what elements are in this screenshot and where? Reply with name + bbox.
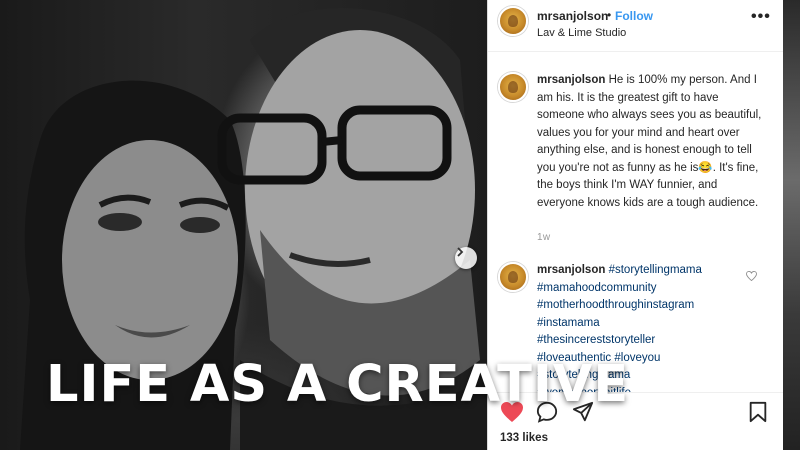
caption-username[interactable]: mrsanjolson	[537, 74, 605, 86]
hashtag-link[interactable]: #mamahoodcommunity	[537, 282, 657, 294]
like-count[interactable]: 133 likes	[500, 432, 548, 444]
location-link[interactable]: Lav & Lime Studio	[537, 27, 626, 39]
follow-button[interactable]: Follow	[615, 9, 653, 23]
bookmark-icon[interactable]	[748, 401, 768, 423]
comment-username[interactable]: mrsanjolson	[537, 264, 605, 276]
avatar[interactable]	[498, 262, 528, 292]
post-timestamp[interactable]: 1w	[537, 232, 550, 243]
avatar[interactable]	[498, 6, 528, 36]
caption-comment: mrsanjolson He is 100% my person. And I …	[498, 72, 778, 242]
hashtag-link[interactable]: #thesincereststoryteller	[537, 334, 655, 346]
comment-like-icon[interactable]	[746, 271, 757, 281]
post-header: mrsanjolson • Follow Lav & Lime Studio •…	[488, 0, 784, 52]
caption-body: He is 100% my person. And I am his. It i…	[537, 74, 762, 209]
hashtag-link[interactable]: #motherhoodthroughinstagram	[537, 299, 694, 311]
chevron-right-icon	[457, 247, 464, 257]
header-username[interactable]: mrsanjolson	[537, 9, 608, 23]
video-title-overlay: LIFE AS A CREATIVE	[46, 355, 630, 414]
separator-dot: •	[607, 8, 612, 22]
avatar[interactable]	[498, 72, 528, 102]
more-options-button[interactable]: •••	[751, 8, 771, 26]
hashtag-link[interactable]: #instamama	[537, 317, 600, 329]
hashtag-link[interactable]: #storytellingmama	[609, 264, 702, 276]
caption-text: mrsanjolson He is 100% my person. And I …	[537, 72, 765, 212]
background-photo-strip	[783, 0, 800, 450]
next-photo-button[interactable]	[455, 247, 477, 269]
